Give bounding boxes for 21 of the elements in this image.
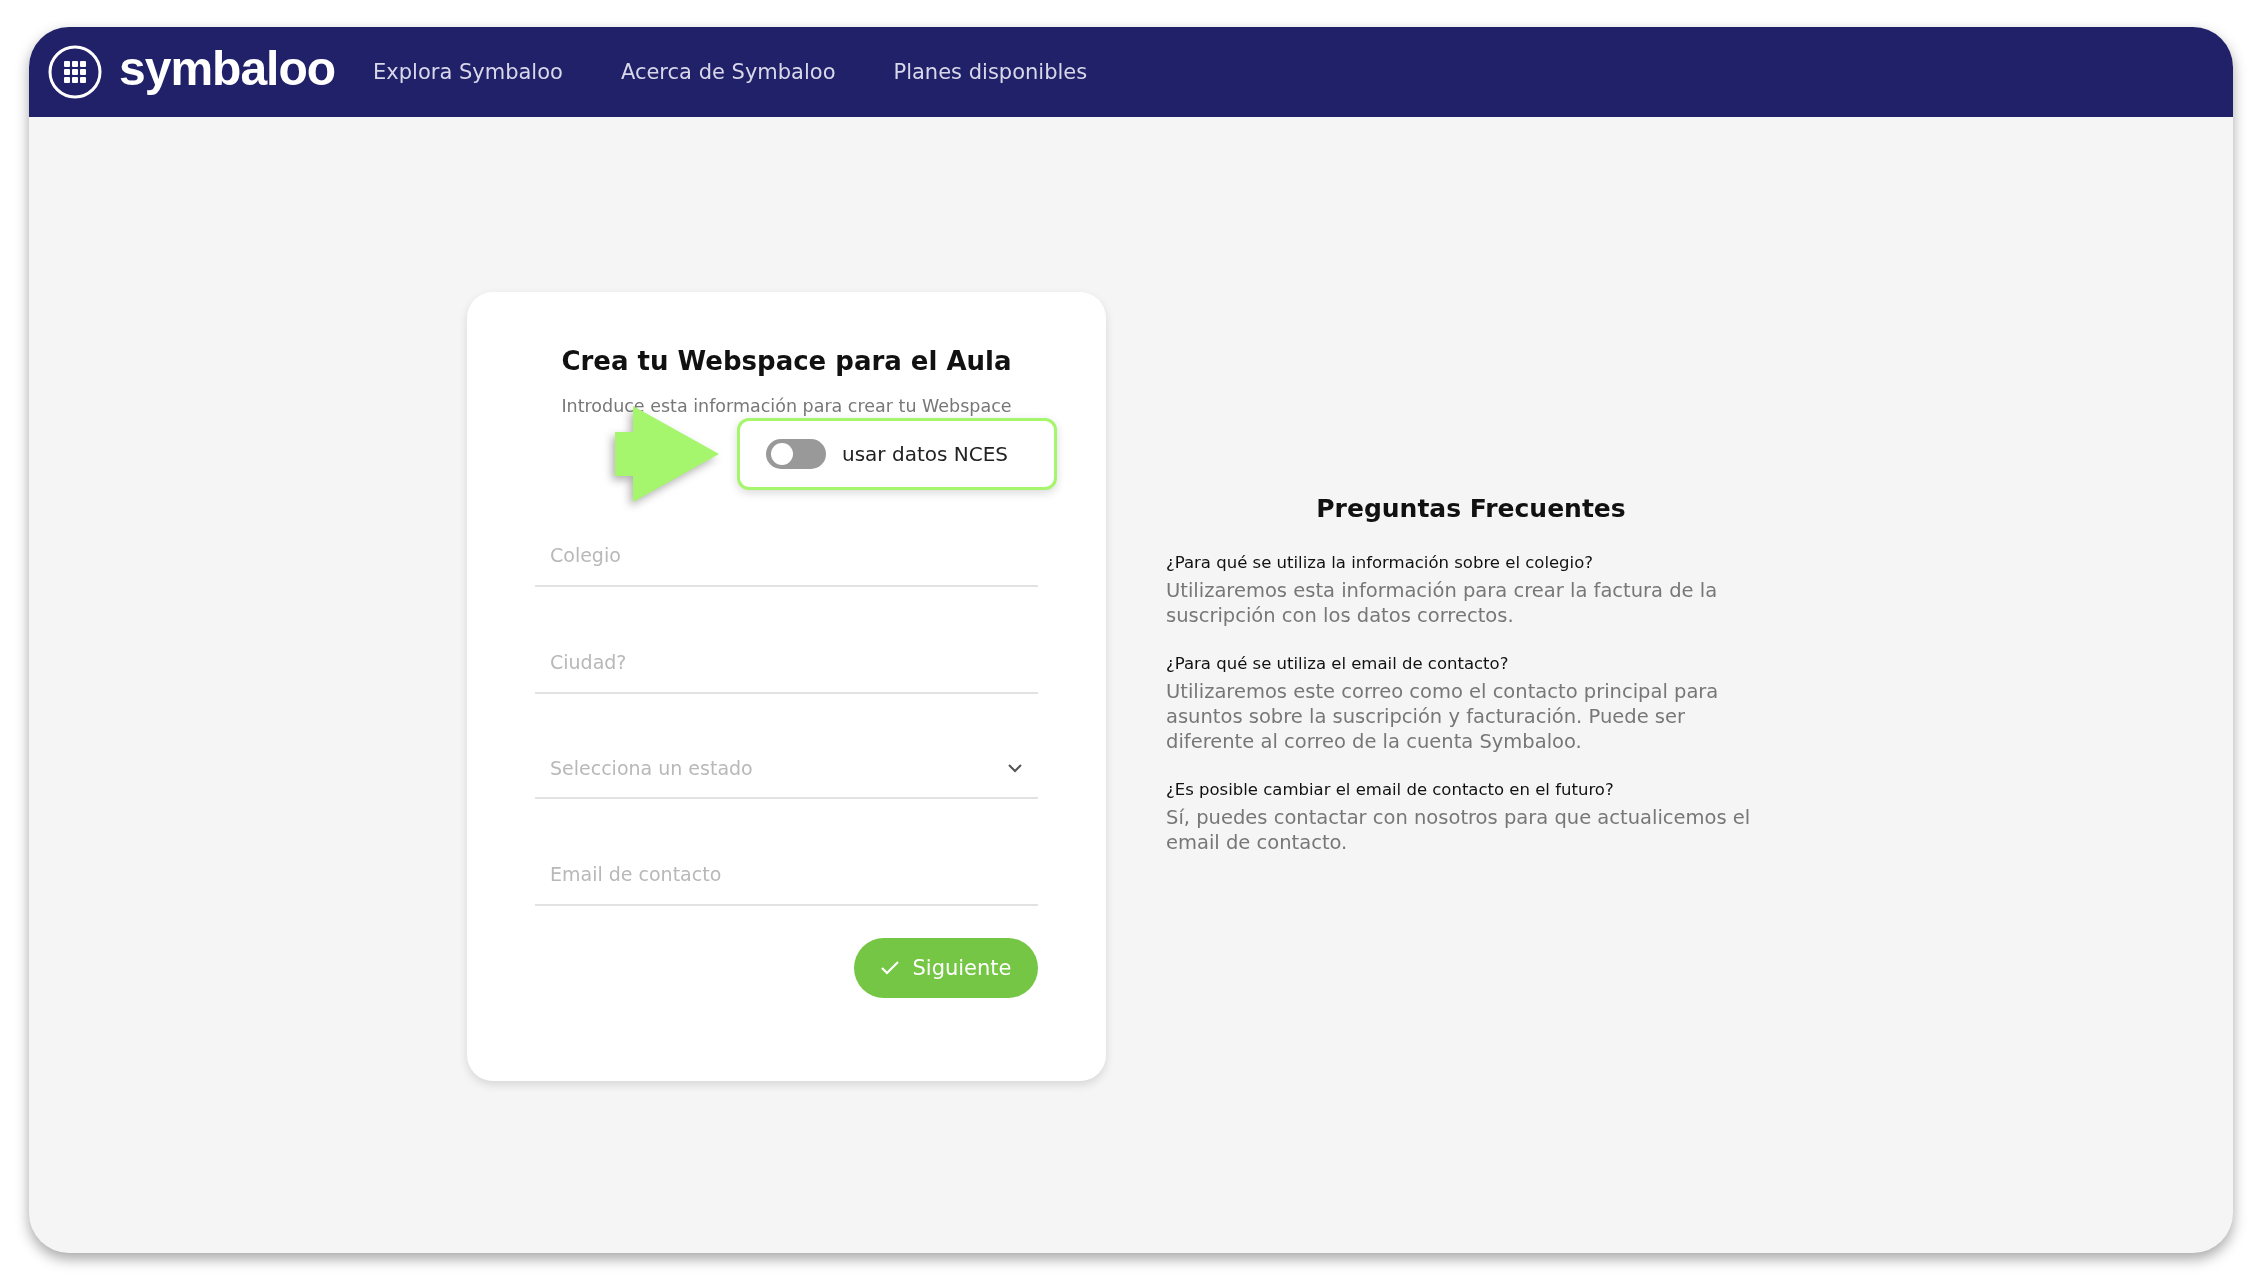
faq-title: Preguntas Frecuentes (1315, 494, 1627, 523)
check-icon (880, 960, 901, 976)
nav-link[interactable]: Planes disponibles (893, 60, 1088, 84)
faq-question: ¿Para qué se utiliza la información sobre el colegio? (1166, 553, 1595, 572)
faq-answer: Utilizaremos esta información para crear la factura de la suscripción con los datos correctos. (1166, 578, 1719, 628)
toggle-label: usar datos NCES (842, 442, 1008, 466)
nav-link[interactable]: Acerca de Symbaloo (620, 60, 836, 84)
faq-answer: Sí, puedes contactar con nosotros para que actualicemos el email de contacto. (1166, 805, 1752, 855)
chevron-down-icon (1007, 763, 1023, 773)
form-subtitle: Introduce esta información para crear tu Webspace (560, 396, 1013, 416)
faq-question: ¿Para qué se utiliza el email de contacto? (1166, 654, 1510, 673)
input-field[interactable]: Email de contacto (535, 844, 1038, 906)
input-field[interactable]: Colegio (535, 525, 1038, 587)
input-field[interactable]: Ciudad? (535, 632, 1038, 694)
faq-answer: Utilizaremos este correo como el contacto principal para asuntos sobre la suscripción y facturación. Puede ser diferente al correo de la cuenta Symbaloo. (1166, 679, 1720, 754)
faq-question: ¿Es posible cambiar el email de contacto en el futuro? (1166, 780, 1615, 799)
toggle-switch[interactable] (766, 439, 826, 469)
logo[interactable]: symbaloo (119, 40, 336, 96)
grid-logo-icon[interactable] (47, 44, 103, 100)
form-title: Crea tu Webspace para el Aula (560, 346, 1013, 376)
nav-link[interactable]: Explora Symbaloo (373, 60, 563, 84)
